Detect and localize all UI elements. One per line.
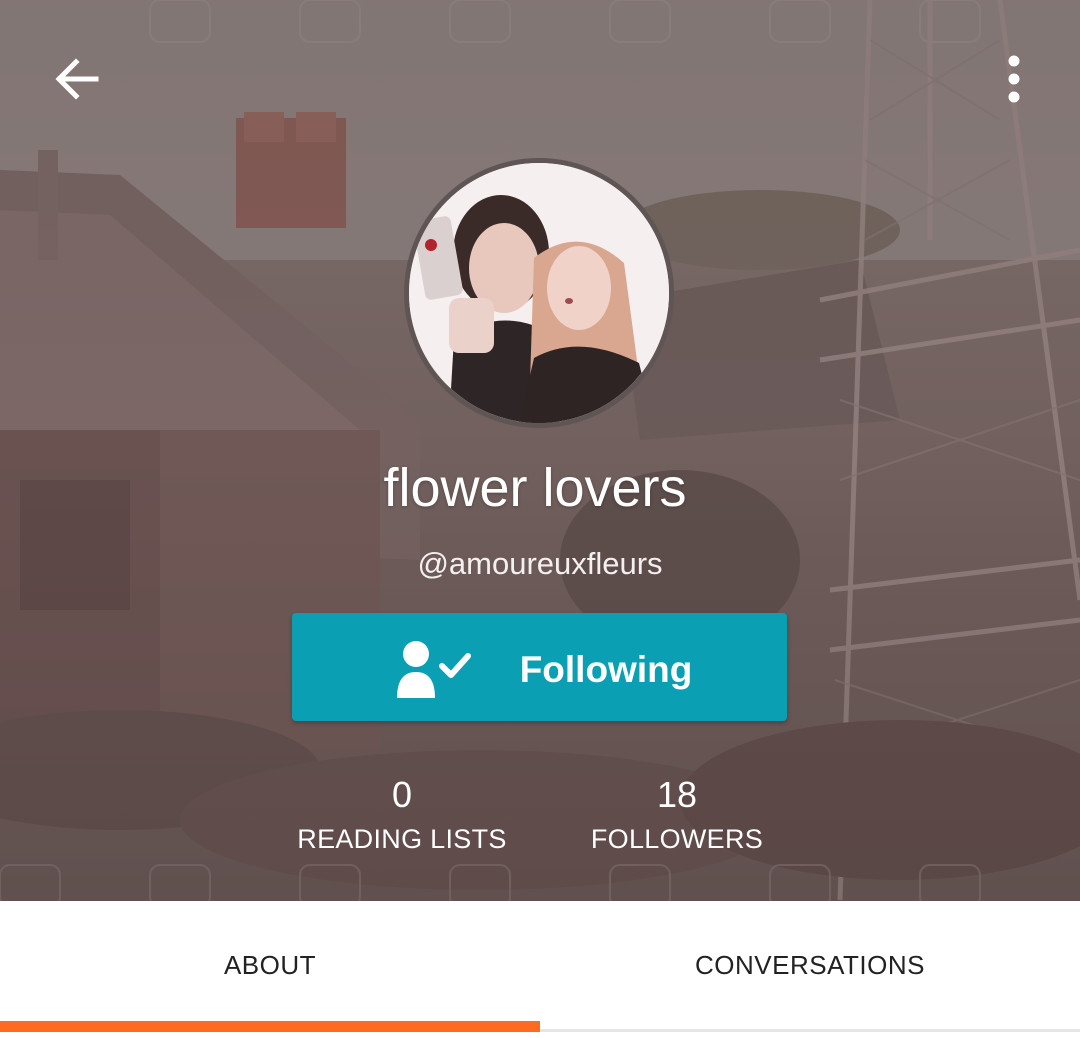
followers-label[interactable]: FOLLOWERS [577,823,777,855]
profile-photo [409,163,669,423]
user-check-icon [397,641,471,698]
followers-count: 18 [656,774,698,815]
tab-divider [540,1029,1080,1032]
more-vertical-icon [1008,55,1020,103]
following-button-label: Following [519,649,693,690]
tab-conversations-label: CONVERSATIONS [695,949,925,980]
reading-lists-count: 0 [391,774,413,815]
tab-conversations[interactable]: CONVERSATIONS [540,901,1080,1033]
arrow-left-icon [55,58,99,100]
profile-handle: @amoureuxfleurs [417,546,663,581]
back-button[interactable] [46,48,108,110]
cover-overlay [0,0,1080,901]
more-options-button[interactable] [990,48,1038,110]
tab-about-label: ABOUT [223,949,317,980]
active-tab-indicator [0,1021,540,1032]
reading-lists-label[interactable]: READING LISTS [292,823,512,855]
avatar[interactable] [404,158,674,428]
profile-tab-bar: ABOUT CONVERSATIONS [0,901,1080,1038]
profile-name: flower lovers [383,458,687,518]
tab-about[interactable]: ABOUT [0,901,540,1033]
profile-header-cover [0,0,1080,901]
